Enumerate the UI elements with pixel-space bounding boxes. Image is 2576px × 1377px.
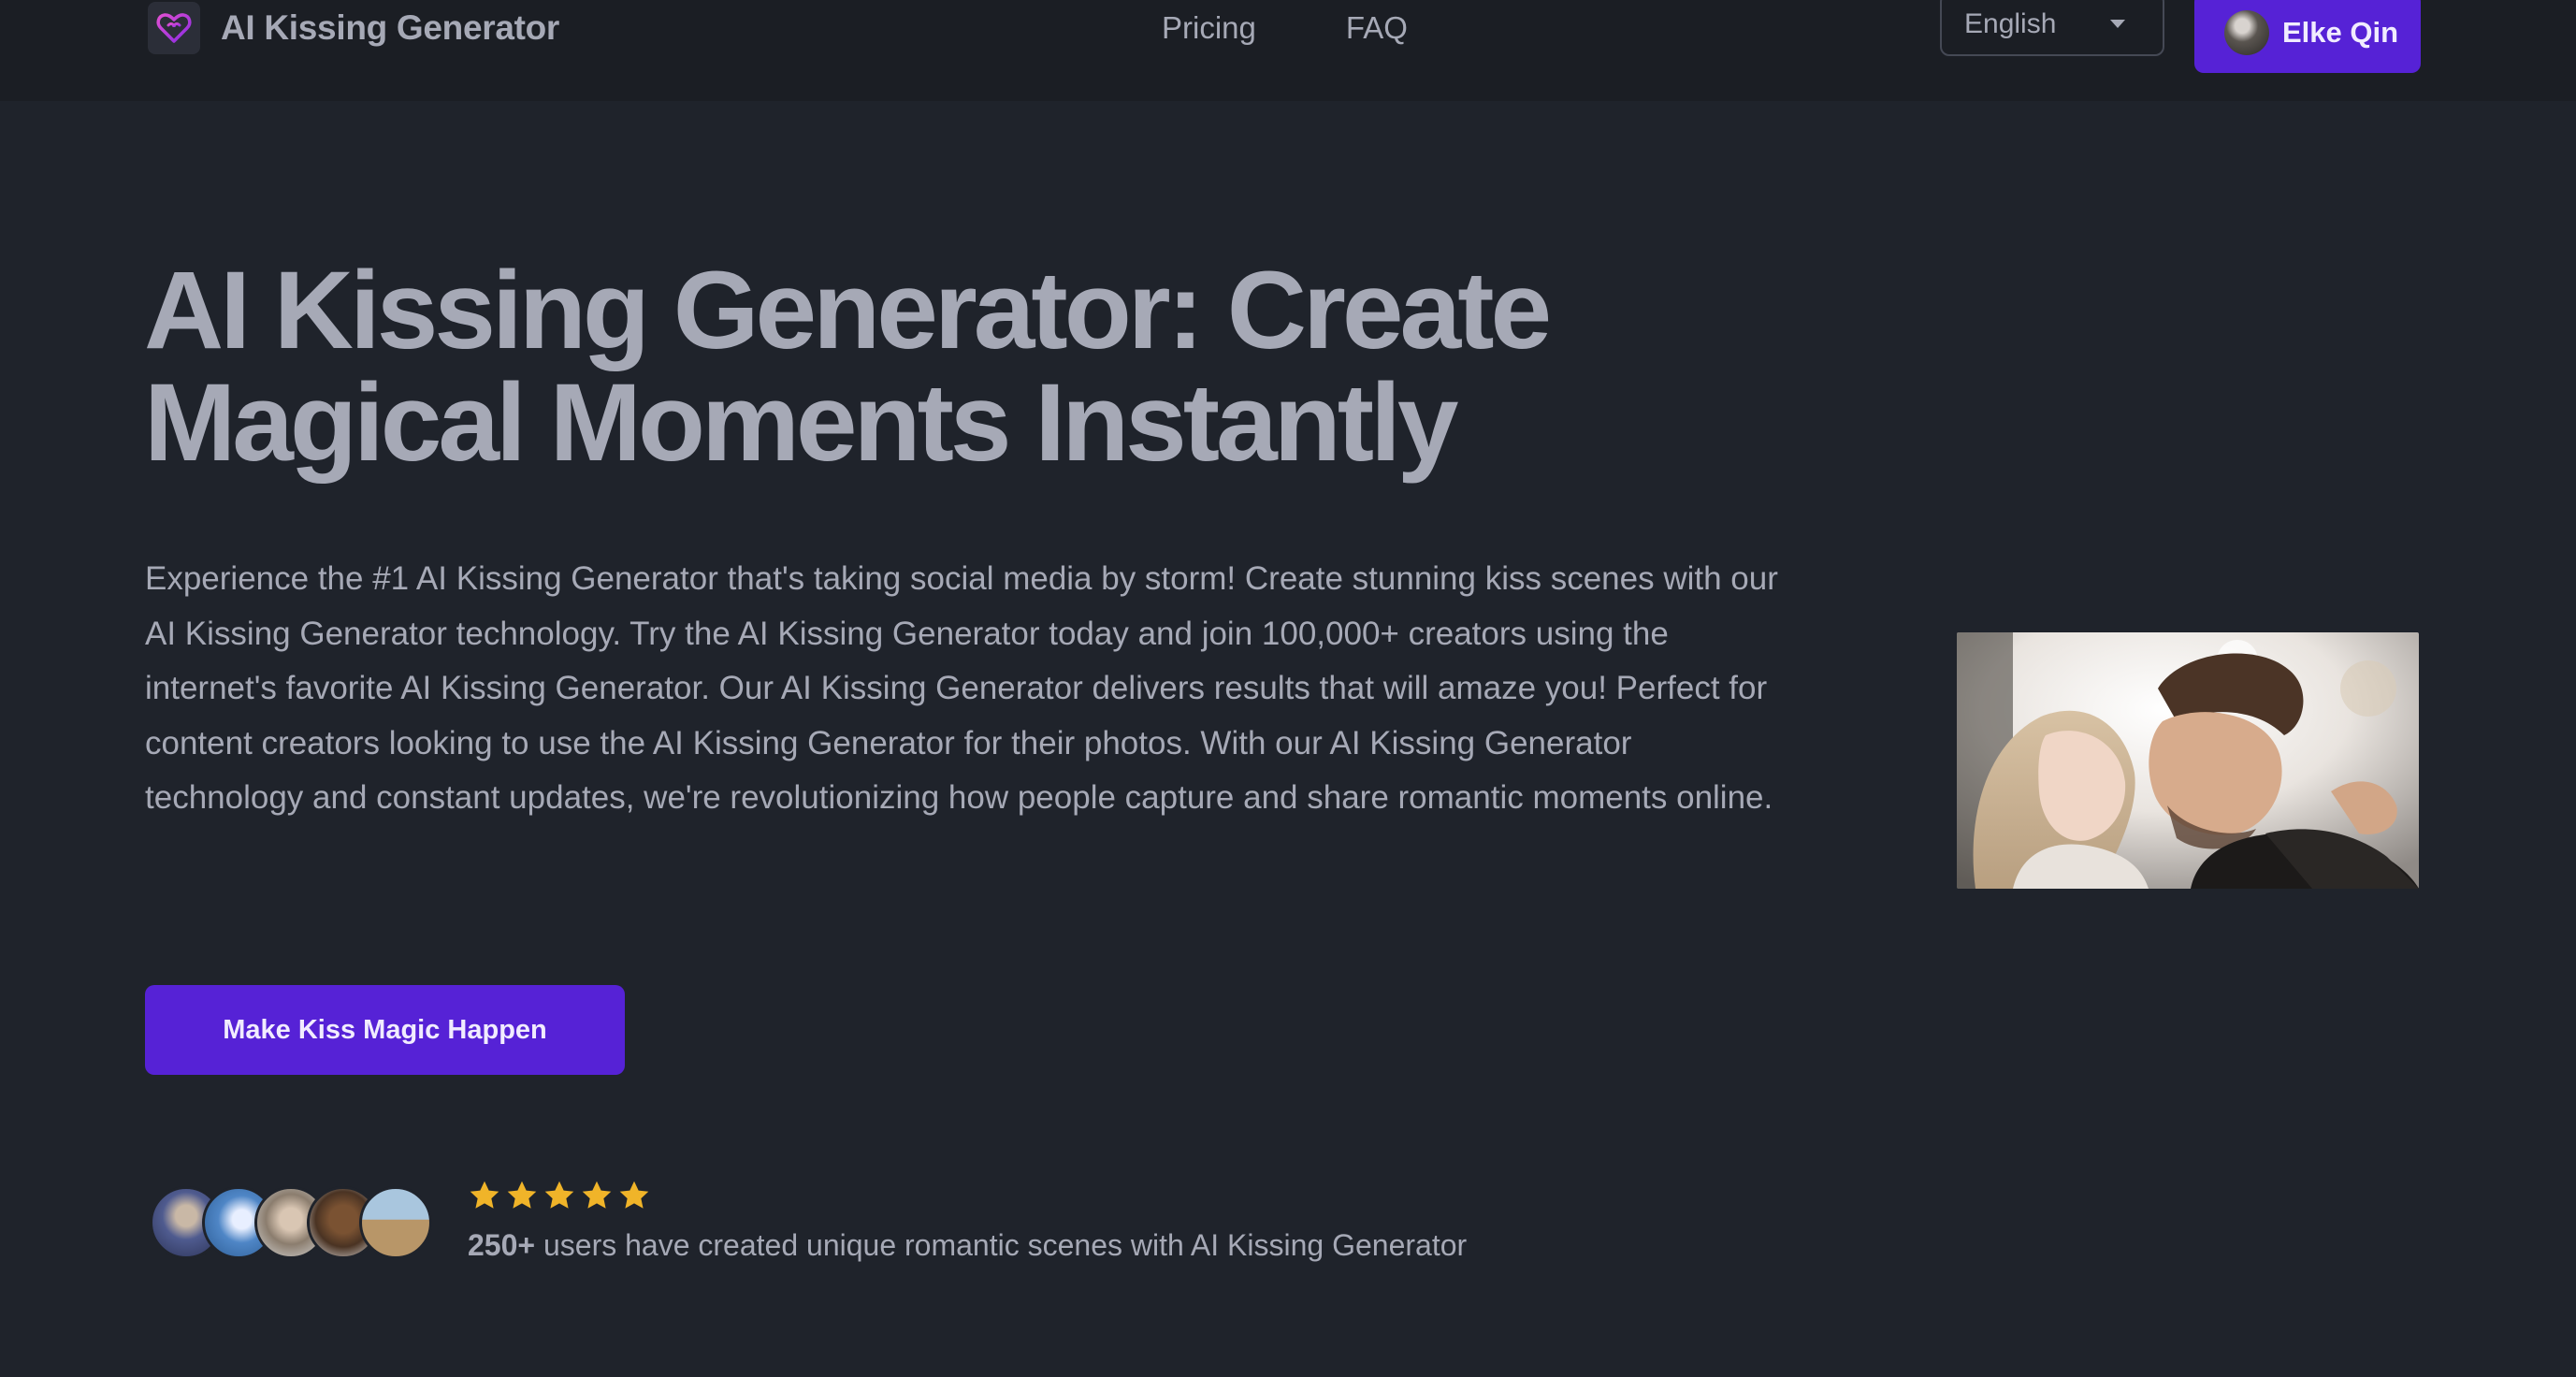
language-select[interactable]: English [1940, 0, 2164, 56]
avatar [359, 1186, 432, 1259]
page-title: AI Kissing Generator: Create Magical Mom… [144, 249, 1552, 485]
language-selected-value: English [1964, 8, 2057, 39]
brand-name: AI Kissing Generator [221, 8, 560, 47]
user-count: 250+ [468, 1228, 536, 1262]
social-proof-label: users have created unique romantic scene… [535, 1228, 1468, 1262]
user-account-button[interactable]: Elke Qin [2194, 0, 2421, 73]
heart-logo-icon [148, 2, 200, 54]
nav-pricing-link[interactable]: Pricing [1162, 10, 1256, 46]
star-icon [582, 1181, 612, 1209]
chevron-down-icon [2110, 20, 2125, 28]
star-icon [619, 1181, 649, 1209]
social-proof-text: 250+ users have created unique romantic … [468, 1228, 1467, 1263]
brand[interactable]: AI Kissing Generator [148, 0, 559, 56]
top-navbar: AI Kissing Generator Pricing FAQ English… [0, 0, 2576, 101]
rating-stars [468, 1179, 651, 1212]
star-icon [544, 1181, 574, 1209]
hero-kiss-image [1957, 632, 2419, 889]
make-kiss-magic-button[interactable]: Make Kiss Magic Happen [145, 985, 625, 1075]
star-icon [507, 1181, 537, 1209]
hero-description: Experience the #1 AI Kissing Generator t… [145, 560, 1778, 816]
nav-faq-link[interactable]: FAQ [1346, 10, 1408, 46]
user-avatars-group [150, 1186, 449, 1263]
avatar [2224, 10, 2269, 55]
star-icon [470, 1181, 499, 1209]
main-nav: Pricing FAQ [1162, 0, 1498, 56]
user-name: Elke Qin [2282, 16, 2399, 49]
